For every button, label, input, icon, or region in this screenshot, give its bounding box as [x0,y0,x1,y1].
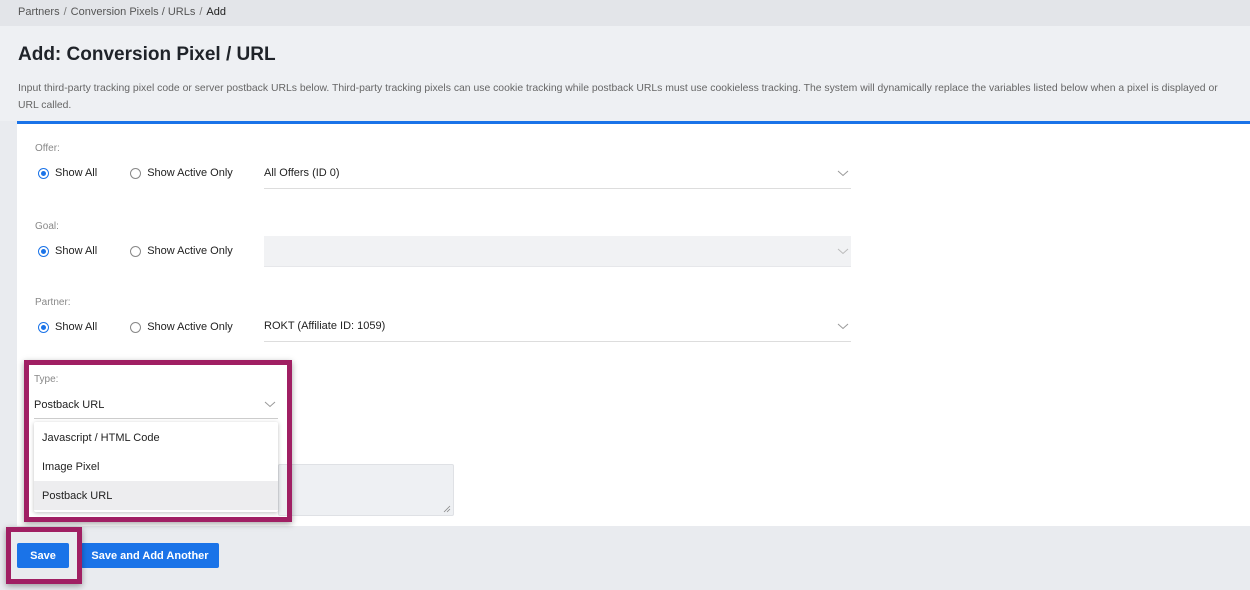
radio-label: Show Active Only [147,321,233,333]
radio-checked-icon [38,245,49,257]
radio-label: Show Active Only [147,167,233,179]
goal-select[interactable] [264,236,851,267]
radio-unchecked-icon [130,321,142,333]
goal-label: Goal: [35,221,59,232]
offer-select[interactable]: All Offers (ID 0) [264,158,851,189]
page-title: Add: Conversion Pixel / URL [18,44,276,65]
offer-radio-group: Show All Show Active Only [38,167,233,179]
goal-radio-group: Show All Show Active Only [38,245,233,257]
radio-label: Show All [55,167,98,179]
pixel-code-textarea[interactable] [278,464,454,516]
offer-show-all-radio[interactable]: Show All [38,167,97,179]
breadcrumb-conversion-pixels[interactable]: Conversion Pixels / URLs [71,6,196,18]
radio-checked-icon [38,167,49,179]
partner-radio-group: Show All Show Active Only [38,321,233,333]
breadcrumb-partners[interactable]: Partners [18,6,60,18]
offer-selected-value: All Offers (ID 0) [264,167,340,179]
radio-unchecked-icon [130,167,142,179]
radio-label: Show All [55,245,98,257]
save-highlight-box [6,527,82,584]
offer-label: Offer: [35,143,60,154]
top-bar: Partners / Conversion Pixels / URLs / Ad… [0,0,1250,26]
chevron-down-icon [837,248,849,255]
radio-checked-icon [38,321,49,333]
goal-show-all-radio[interactable]: Show All [38,245,97,257]
type-highlight-box [24,360,292,522]
partner-selected-value: ROKT (Affiliate ID: 1059) [264,320,386,332]
radio-label: Show Active Only [147,245,233,257]
radio-label: Show All [55,321,98,333]
chevron-down-icon [837,323,849,330]
resize-handle-icon[interactable] [443,505,451,513]
page-description: Input third-party tracking pixel code or… [18,83,1218,111]
radio-unchecked-icon [130,245,142,257]
offer-show-active-radio[interactable]: Show Active Only [130,167,233,179]
breadcrumb-current: Add [206,6,226,18]
save-and-add-another-button[interactable]: Save and Add Another [81,543,219,568]
chevron-down-icon [837,170,849,177]
breadcrumb-separator: / [63,6,67,18]
breadcrumb-separator: / [199,6,203,18]
partner-show-all-radio[interactable]: Show All [38,321,97,333]
breadcrumb: Partners / Conversion Pixels / URLs / Ad… [18,6,226,18]
page-header: Add: Conversion Pixel / URL Input third-… [0,26,1250,121]
goal-show-active-radio[interactable]: Show Active Only [130,245,233,257]
partner-select[interactable]: ROKT (Affiliate ID: 1059) [264,311,851,342]
partner-show-active-radio[interactable]: Show Active Only [130,321,233,333]
partner-label: Partner: [35,297,71,308]
